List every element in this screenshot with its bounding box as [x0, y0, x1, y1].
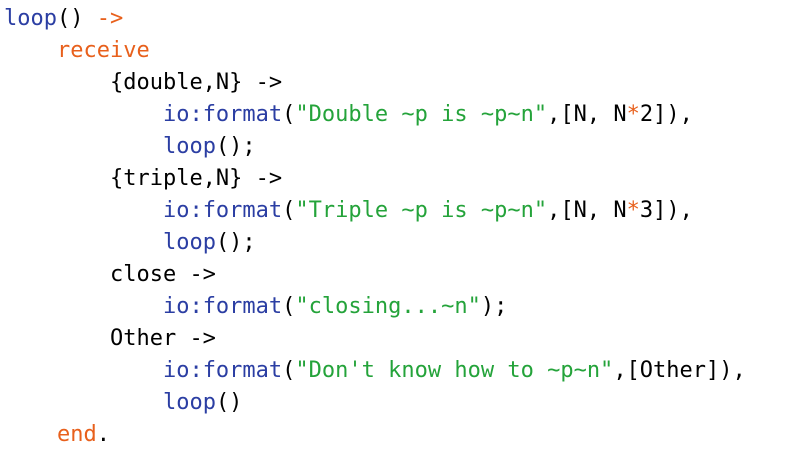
code-line: end.: [4, 419, 789, 451]
code-line: io:format("Triple ~p is ~p~n",[N, N*3]),: [4, 195, 789, 227]
code-string-token: "closing...~n": [295, 294, 481, 319]
code-line: Other ->: [4, 323, 789, 355]
code-function-token: io:format: [162, 198, 283, 223]
code-text-token: .: [96, 422, 110, 447]
code-line: io:format("Double ~p is ~p~n",[N, N*2]),: [4, 99, 789, 131]
code-text-token: ();: [215, 230, 256, 255]
code-keyword-token: end: [56, 422, 97, 447]
code-keyword-token: receive: [56, 38, 150, 63]
code-text-token: );: [480, 294, 508, 319]
code-line: io:format("Don't know how to ~p~n",[Othe…: [4, 355, 789, 387]
code-function-token: loop: [4, 6, 57, 31]
code-text-token: (): [56, 6, 97, 31]
code-text-token: ,[Other]),: [613, 358, 746, 383]
code-text-token: 3]),: [639, 198, 693, 223]
code-function-token: loop: [162, 230, 216, 255]
code-keyword-token: ->: [96, 6, 124, 31]
code-line: loop();: [4, 131, 789, 163]
code-text-token: Other ->: [109, 326, 216, 351]
code-string-token: "Triple ~p is ~p~n": [295, 198, 548, 223]
code-string-token: "Don't know how to ~p~n": [295, 358, 614, 383]
code-function-token: io:format: [162, 294, 283, 319]
code-text-token: {double,N} ->: [109, 70, 283, 95]
code-line: {double,N} ->: [4, 67, 789, 99]
code-line: receive: [4, 35, 789, 67]
code-text-token: (: [282, 198, 296, 223]
code-text-token: {triple,N} ->: [109, 166, 283, 191]
code-operator-token: *: [626, 198, 640, 223]
code-line: loop() ->: [4, 3, 789, 35]
code-text-token: close ->: [109, 262, 216, 287]
code-function-token: io:format: [162, 102, 283, 127]
code-line: loop(): [4, 387, 789, 419]
code-function-token: io:format: [162, 358, 283, 383]
code-line: loop();: [4, 227, 789, 259]
code-function-token: loop: [162, 134, 216, 159]
code-text-token: (: [282, 102, 296, 127]
code-text-token: (): [215, 390, 243, 415]
code-text-token: ,[N, N: [547, 198, 627, 223]
code-text-token: (: [282, 358, 296, 383]
code-function-token: loop: [162, 390, 216, 415]
code-text-token: (: [282, 294, 296, 319]
code-string-token: "Double ~p is ~p~n": [295, 102, 548, 127]
code-operator-token: *: [626, 102, 640, 127]
code-text-token: 2]),: [639, 102, 693, 127]
code-text-token: ();: [215, 134, 256, 159]
code-line: {triple,N} ->: [4, 163, 789, 195]
code-text-token: ,[N, N: [547, 102, 627, 127]
code-line: close ->: [4, 259, 789, 291]
code-editor[interactable]: loop() -> receive {double,N} -> io:forma…: [0, 0, 789, 453]
code-line: io:format("closing...~n");: [4, 291, 789, 323]
